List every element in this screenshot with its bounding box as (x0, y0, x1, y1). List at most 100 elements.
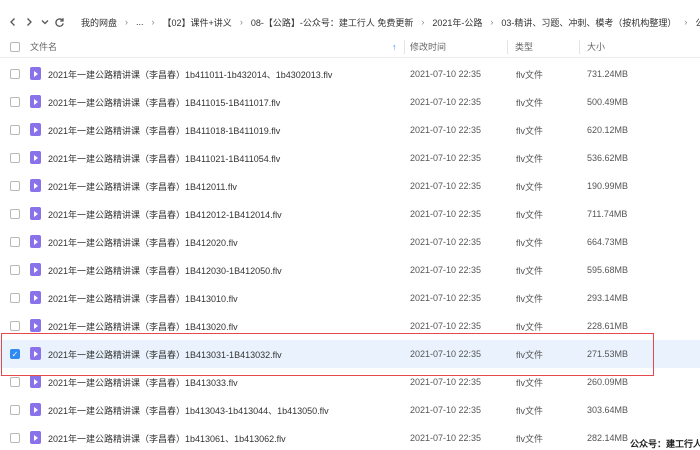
row-checkbox[interactable] (10, 293, 20, 303)
row-checkbox[interactable] (10, 433, 20, 443)
file-size: 303.64MB (587, 405, 629, 415)
file-modified-time: 2021-07-10 22:35 (410, 265, 482, 275)
video-file-icon (30, 319, 41, 332)
row-checkbox[interactable] (10, 321, 20, 331)
row-checkbox[interactable] (10, 181, 20, 191)
file-modified-time: 2021-07-10 22:35 (410, 125, 482, 135)
breadcrumb-ellipsis[interactable]: ... (136, 17, 144, 27)
file-size: 620.12MB (587, 125, 629, 135)
breadcrumb-lectures-folder[interactable]: 03-精讲、习题、冲刺、模考（按机构整理） (501, 16, 676, 29)
file-row[interactable]: 2021年一建公路精讲课（李昌春）1B412020.flv 2021-07-10 … (0, 228, 700, 256)
file-type: flv文件 (516, 237, 544, 248)
file-name[interactable]: 2021年一建公路精讲课（李昌春）1B412012-1B412014.flv (48, 200, 282, 228)
breadcrumb-separator-icon: › (684, 17, 688, 27)
video-file-icon (30, 403, 41, 416)
breadcrumb-my-drive[interactable]: 我的网盘 (81, 16, 117, 29)
file-row[interactable]: 2021年一建公路精讲课（李昌春）1B413010.flv 2021-07-10 … (0, 284, 700, 312)
refresh-icon (55, 17, 64, 27)
file-type: flv文件 (516, 125, 544, 136)
row-checkbox[interactable] (10, 237, 20, 247)
file-name[interactable]: 2021年一建公路精讲课（李昌春）1b413061、1b413062.flv (48, 424, 286, 450)
video-file-icon (30, 179, 41, 192)
file-name[interactable]: 2021年一建公路精讲课（李昌春）1B412020.flv (48, 228, 238, 256)
file-size: 731.24MB (587, 69, 629, 79)
file-size: 282.14MB (587, 433, 629, 443)
video-file-icon (30, 375, 41, 388)
file-row[interactable]: 2021年一建公路精讲课（李昌春）1B412030-1B412050.flv 20… (0, 256, 700, 284)
file-row[interactable]: 2021年一建公路精讲课（李昌春）1B412012-1B412014.flv 20… (0, 200, 700, 228)
select-all-checkbox[interactable] (10, 42, 20, 52)
file-name[interactable]: 2021年一建公路精讲课（李昌春）1b411011-1b432014、1b430… (48, 60, 332, 88)
column-divider[interactable] (579, 40, 580, 54)
video-file-icon (30, 431, 41, 444)
file-type: flv文件 (516, 69, 544, 80)
breadcrumb-separator-icon: › (151, 17, 155, 27)
file-type: flv文件 (516, 209, 544, 220)
column-header-modified[interactable]: 修改时间 (410, 40, 446, 53)
column-divider[interactable] (404, 40, 405, 54)
chevron-left-icon (10, 18, 15, 26)
chevron-right-icon (27, 18, 32, 26)
video-file-icon (30, 235, 41, 248)
file-name[interactable]: 2021年一建公路精讲课（李昌春）1B411018-1B411019.flv (48, 116, 280, 144)
file-modified-time: 2021-07-10 22:35 (410, 433, 482, 443)
file-name[interactable]: 2021年一建公路精讲课（李昌春）1B412030-1B412050.flv (48, 256, 282, 284)
watermark-text: 公众号：建工行人 (630, 439, 700, 449)
file-size: 536.62MB (587, 153, 629, 163)
row-checkbox[interactable] (10, 209, 20, 219)
file-row[interactable]: 2021年一建公路精讲课（李昌春）1B411018-1B411019.flv 20… (0, 116, 700, 144)
breadcrumb-truncated[interactable]: 公 (695, 16, 700, 29)
history-dropdown-button[interactable] (40, 14, 50, 30)
file-row[interactable]: 2021年一建公路精讲课（李昌春）1b413043-1b413044、1b413… (0, 396, 700, 424)
file-type: flv文件 (516, 433, 544, 444)
row-checkbox[interactable] (10, 265, 20, 275)
file-type: flv文件 (516, 153, 544, 164)
file-name[interactable]: 2021年一建公路精讲课（李昌春）1B412011.flv (48, 172, 237, 200)
file-size: 664.73MB (587, 237, 629, 247)
back-button[interactable] (8, 14, 18, 30)
file-list: 2021年一建公路精讲课（李昌春）1b411011-1b432014、1b430… (0, 60, 700, 450)
row-checkbox[interactable] (10, 97, 20, 107)
breadcrumb-courseware[interactable]: 【02】课件+讲义 (163, 16, 232, 29)
file-row[interactable]: 2021年一建公路精讲课（李昌春）1b413061、1b413062.flv 20… (0, 424, 700, 450)
breadcrumb-separator-icon: › (421, 17, 425, 27)
video-file-icon (30, 67, 41, 80)
video-file-icon (30, 123, 41, 136)
file-type: flv文件 (516, 265, 544, 276)
file-name[interactable]: 2021年一建公路精讲课（李昌春）1B411015-1B411017.flv (48, 88, 280, 116)
column-divider[interactable] (507, 40, 508, 54)
file-modified-time: 2021-07-10 22:35 (410, 237, 482, 247)
row-checkbox[interactable] (10, 69, 20, 79)
file-modified-time: 2021-07-10 22:35 (410, 153, 482, 163)
breadcrumb-separator-icon: › (239, 17, 243, 27)
row-checkbox[interactable] (10, 405, 20, 415)
column-header-filename[interactable]: 文件名 (30, 40, 57, 53)
file-name[interactable]: 2021年一建公路精讲课（李昌春）1B413010.flv (48, 284, 238, 312)
file-type: flv文件 (516, 293, 544, 304)
video-file-icon (30, 291, 41, 304)
file-modified-time: 2021-07-10 22:35 (410, 97, 482, 107)
highlight-annotation-box (1, 333, 654, 376)
breadcrumb-separator-icon: › (125, 17, 129, 27)
column-header-type[interactable]: 类型 (515, 40, 533, 53)
file-size: 293.14MB (587, 293, 629, 303)
row-checkbox[interactable] (10, 125, 20, 135)
file-row[interactable]: 2021年一建公路精讲课（李昌春）1B411015-1B411017.flv 20… (0, 88, 700, 116)
file-row[interactable]: 2021年一建公路精讲课（李昌春）1b411011-1b432014、1b430… (0, 60, 700, 88)
breadcrumb-highway-folder[interactable]: 08-【公路】-公众号：建工行人 免费更新 (251, 16, 414, 29)
file-row[interactable]: 2021年一建公路精讲课（李昌春）1B411021-1B411054.flv 20… (0, 144, 700, 172)
column-header-size[interactable]: 大小 (587, 40, 605, 53)
file-name[interactable]: 2021年一建公路精讲课（李昌春）1b413043-1b413044、1b413… (48, 396, 329, 424)
file-type: flv文件 (516, 181, 544, 192)
sort-ascending-icon[interactable]: ↑ (392, 42, 397, 52)
video-file-icon (30, 151, 41, 164)
file-size: 190.99MB (587, 181, 629, 191)
forward-button[interactable] (24, 14, 34, 30)
file-size: 711.74MB (587, 209, 628, 219)
breadcrumb-2021-highway[interactable]: 2021年-公路 (432, 16, 482, 29)
row-checkbox[interactable] (10, 377, 20, 387)
file-row[interactable]: 2021年一建公路精讲课（李昌春）1B412011.flv 2021-07-10 … (0, 172, 700, 200)
refresh-button[interactable] (54, 14, 65, 30)
file-name[interactable]: 2021年一建公路精讲课（李昌春）1B411021-1B411054.flv (48, 144, 280, 172)
row-checkbox[interactable] (10, 153, 20, 163)
